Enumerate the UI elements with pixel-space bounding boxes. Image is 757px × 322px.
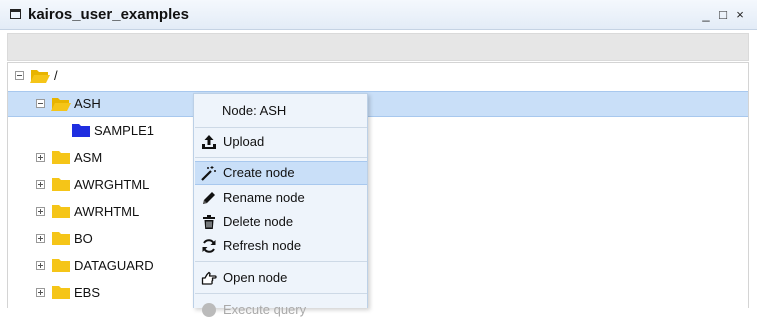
menu-item-create-node[interactable]: Create node bbox=[195, 161, 367, 185]
tree-node-label: AWRGHTML bbox=[74, 177, 150, 192]
window-controls: _ □ × bbox=[701, 7, 745, 22]
menu-item-rename-node[interactable]: Rename node bbox=[195, 186, 367, 210]
tree-node-sample1[interactable]: SAMPLE1 bbox=[8, 118, 748, 144]
expand-toggle[interactable] bbox=[36, 153, 45, 162]
toolbar bbox=[7, 33, 749, 61]
folder-open-icon bbox=[30, 70, 50, 83]
menu-item-execute-query[interactable]: Execute query bbox=[195, 298, 367, 322]
menu-item-upload[interactable]: Upload bbox=[195, 130, 367, 154]
context-menu: Node: ASH Upload Create node Rename node bbox=[193, 93, 368, 317]
folder-icon bbox=[52, 205, 70, 218]
menu-item-label: Upload bbox=[223, 134, 265, 149]
menu-item-label: Refresh node bbox=[223, 238, 302, 253]
expand-toggle[interactable] bbox=[36, 207, 45, 216]
menu-item-label: Rename node bbox=[223, 190, 305, 205]
tree-node-label: / bbox=[54, 68, 58, 83]
tree-node-bo[interactable]: BO bbox=[8, 226, 748, 252]
tree-node-label: ASH bbox=[74, 96, 101, 111]
folder-icon bbox=[52, 286, 70, 299]
refresh-icon bbox=[202, 239, 216, 253]
hand-pointer-icon bbox=[201, 271, 217, 285]
upload-icon bbox=[202, 135, 216, 149]
tree-node-label: EBS bbox=[74, 285, 101, 300]
tree-node-label: BO bbox=[74, 231, 93, 246]
folder-icon bbox=[52, 178, 70, 191]
menu-separator bbox=[195, 157, 367, 158]
menu-item-label: Delete node bbox=[223, 214, 294, 229]
tree-node-ebs[interactable]: EBS bbox=[8, 280, 748, 306]
trash-icon bbox=[203, 215, 215, 229]
folder-icon bbox=[52, 232, 70, 245]
collapse-toggle[interactable] bbox=[36, 99, 45, 108]
menu-item-label: Execute query bbox=[223, 302, 307, 317]
minimize-button[interactable]: _ bbox=[701, 7, 711, 22]
menu-item-refresh-node[interactable]: Refresh node bbox=[195, 234, 367, 258]
tree-node-awrhtml[interactable]: AWRHTML bbox=[8, 199, 748, 225]
menu-item-label: Open node bbox=[223, 270, 288, 285]
expand-toggle[interactable] bbox=[36, 288, 45, 297]
tree-node-ash[interactable]: ASH bbox=[8, 91, 748, 117]
help-icon bbox=[202, 303, 216, 317]
expand-toggle[interactable] bbox=[36, 234, 45, 243]
tree-node-asm[interactable]: ASM bbox=[8, 145, 748, 171]
window-icon bbox=[10, 9, 21, 19]
maximize-button[interactable]: □ bbox=[718, 7, 728, 22]
folder-icon bbox=[72, 124, 90, 137]
folder-open-icon bbox=[51, 98, 71, 111]
collapse-toggle[interactable] bbox=[15, 71, 24, 80]
menu-separator bbox=[195, 293, 367, 294]
tree-node-awrghtml[interactable]: AWRGHTML bbox=[8, 172, 748, 198]
pencil-icon bbox=[203, 192, 215, 204]
folder-tree: / ASH SAMPLE1 ASM AWRGHTML AWRHTML BO DA… bbox=[7, 62, 749, 308]
tree-node-root[interactable]: / bbox=[8, 63, 748, 89]
folder-icon bbox=[52, 151, 70, 164]
tree-node-label: DATAGUARD bbox=[74, 258, 154, 273]
close-button[interactable]: × bbox=[735, 7, 745, 22]
menu-separator bbox=[195, 127, 367, 128]
menu-item-label: Create node bbox=[223, 165, 295, 180]
tree-node-label: ASM bbox=[74, 150, 103, 165]
context-menu-header: Node: ASH bbox=[222, 103, 287, 118]
menu-item-delete-node[interactable]: Delete node bbox=[195, 210, 367, 234]
menu-item-open-node[interactable]: Open node bbox=[195, 266, 367, 290]
magic-wand-icon bbox=[201, 166, 216, 181]
title-bar: kairos_user_examples _ □ × bbox=[0, 0, 757, 30]
tree-node-label: AWRHTML bbox=[74, 204, 140, 219]
menu-separator bbox=[195, 261, 367, 262]
app-window: kairos_user_examples _ □ × / ASH SAMPLE1… bbox=[0, 0, 757, 317]
expand-toggle[interactable] bbox=[36, 180, 45, 189]
tree-node-dataguard[interactable]: DATAGUARD bbox=[8, 253, 748, 279]
tree-node-label: SAMPLE1 bbox=[94, 123, 154, 138]
window-title: kairos_user_examples bbox=[28, 6, 189, 23]
expand-toggle[interactable] bbox=[36, 261, 45, 270]
folder-icon bbox=[52, 259, 70, 272]
